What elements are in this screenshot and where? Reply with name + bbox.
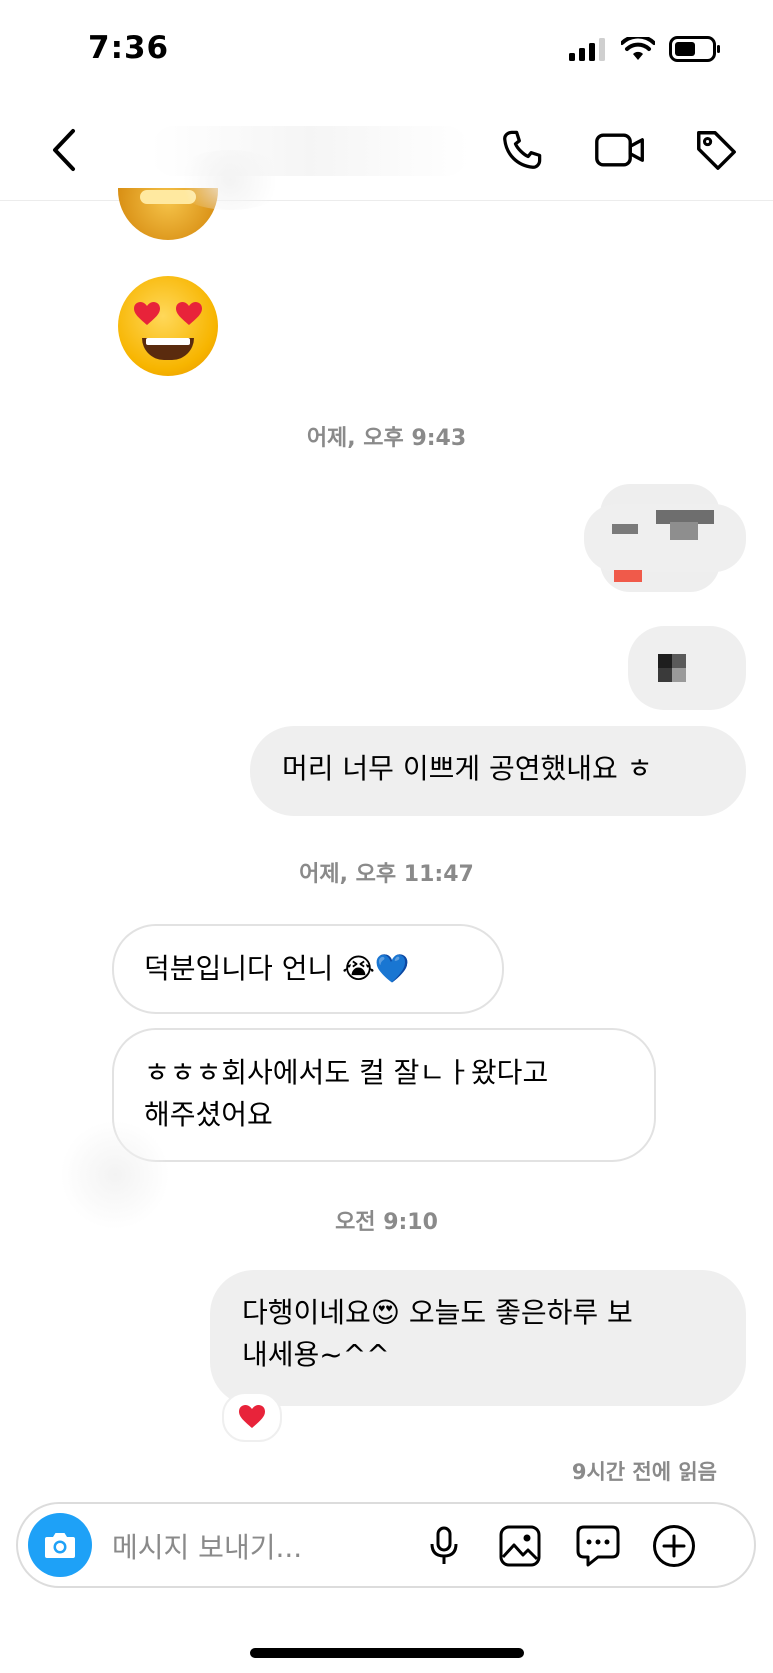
timestamp: 어제, 오후 9:43 — [306, 426, 467, 451]
chat-header — [0, 100, 773, 201]
censored-media-1[interactable] — [584, 484, 746, 592]
status-time: 7:36 — [88, 30, 170, 66]
message-text-line: 다행이네요😍 오늘도 좋은하루 보 — [242, 1296, 633, 1329]
heart-reaction[interactable] — [222, 1392, 282, 1442]
timestamp: 오전 9:10 — [335, 1210, 438, 1235]
message-text: 머리 너무 이쁘게 공연했내요 ㅎ — [282, 752, 653, 785]
censored-media-2[interactable] — [628, 626, 746, 710]
back-button[interactable] — [38, 124, 90, 176]
message-text-line: ㅎㅎㅎ회사에서도 컬 잘ㄴㅏ왔다고 — [144, 1056, 549, 1089]
image-icon — [499, 1525, 541, 1567]
read-receipt: 9시간 전에 읽음 — [571, 1460, 717, 1484]
heart-icon — [176, 302, 202, 325]
wifi-icon — [621, 37, 655, 60]
sticker-button[interactable] — [574, 1522, 622, 1570]
outgoing-message[interactable]: 머리 너무 이쁘게 공연했내요 ㅎ — [250, 726, 746, 816]
camera-button[interactable] — [28, 1513, 92, 1577]
video-call-button[interactable] — [594, 124, 646, 176]
gallery-button[interactable] — [496, 1522, 544, 1570]
chevron-left-icon — [53, 129, 75, 171]
phone-icon — [503, 130, 542, 169]
camera-icon — [45, 1533, 75, 1558]
heart-icon — [134, 302, 160, 325]
tag-button[interactable] — [690, 124, 742, 176]
status-icons — [569, 36, 721, 62]
video-camera-icon — [595, 133, 644, 167]
plus-circle-icon — [653, 1525, 695, 1567]
home-indicator[interactable] — [250, 1648, 524, 1658]
outgoing-message[interactable]: 다행이네요😍 오늘도 좋은하루 보 내세용~^^ — [210, 1270, 746, 1406]
heart-icon — [239, 1405, 265, 1428]
incoming-message[interactable]: ㅎㅎㅎ회사에서도 컬 잘ㄴㅏ왔다고 해주셨어요 — [112, 1028, 656, 1162]
microphone-icon — [430, 1526, 458, 1564]
message-text-line: 내세용~^^ — [242, 1338, 390, 1371]
tag-icon — [697, 131, 736, 170]
more-button[interactable] — [650, 1522, 698, 1570]
call-button[interactable] — [496, 124, 548, 176]
mic-button[interactable] — [420, 1522, 468, 1570]
incoming-message[interactable]: 덕분입니다 언니 😭💙 — [112, 924, 504, 1014]
chat-bubble-icon — [576, 1525, 620, 1567]
timestamp: 어제, 오후 11:47 — [299, 862, 474, 887]
blurred-area — [170, 150, 290, 210]
message-input[interactable] — [110, 1524, 414, 1570]
message-composer — [16, 1502, 756, 1588]
battery-icon — [669, 36, 720, 62]
heart-eyes-emoji — [118, 276, 218, 376]
message-text: 덕분입니다 언니 😭💙 — [144, 952, 410, 985]
signal-icon — [569, 38, 605, 61]
message-text-line: 해주셨어요 — [144, 1098, 273, 1131]
